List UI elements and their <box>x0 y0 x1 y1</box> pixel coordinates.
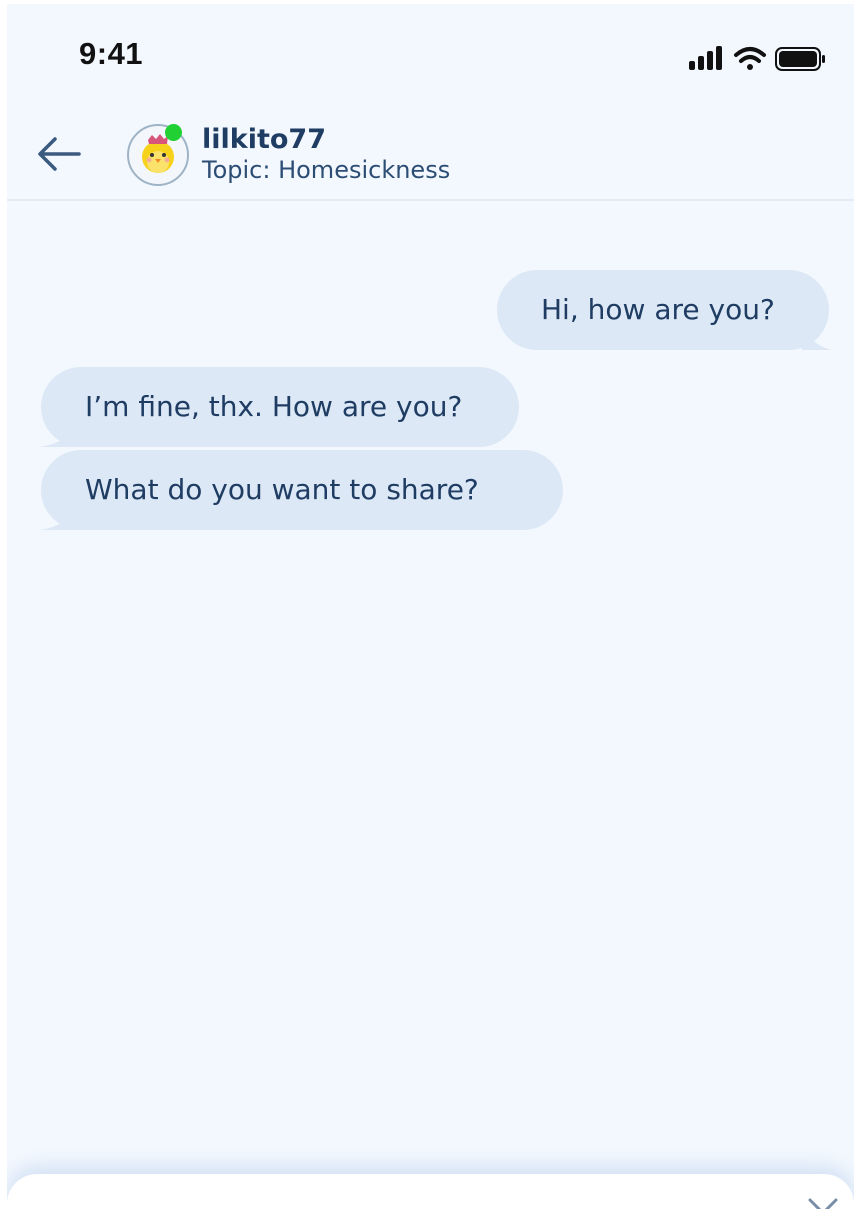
chat-screen: 9:41 lilkito77 Topic: Homesickness Hi, h… <box>7 4 854 1209</box>
message-bubble-incoming[interactable]: I’m fine, thx. How are you? <box>41 367 519 447</box>
battery-icon <box>775 47 825 71</box>
wifi-icon <box>734 47 766 70</box>
status-icons <box>684 42 834 76</box>
status-time: 9:41 <box>79 36 144 71</box>
status-bar: 9:41 <box>7 4 854 104</box>
bottom-sheet <box>7 1174 854 1209</box>
online-status-dot <box>165 124 182 141</box>
back-arrow-icon[interactable] <box>35 132 83 176</box>
message-text: I’m fine, thx. How are you? <box>85 390 463 423</box>
message-bubble-outgoing[interactable]: Hi, how are you? <box>497 270 829 350</box>
message-text: Hi, how are you? <box>541 293 775 326</box>
chat-header: lilkito77 Topic: Homesickness <box>7 104 854 201</box>
message-bubble-incoming[interactable]: What do you want to share? <box>41 450 563 530</box>
chat-topic: Topic: Homesickness <box>202 156 451 184</box>
bubble-tail <box>39 429 77 447</box>
chat-username[interactable]: lilkito77 <box>202 124 326 155</box>
cellular-signal-icon <box>689 46 722 70</box>
message-text: What do you want to share? <box>85 473 479 506</box>
bubble-tail <box>39 512 77 530</box>
bubble-tail <box>802 332 832 350</box>
close-icon[interactable] <box>806 1196 840 1209</box>
